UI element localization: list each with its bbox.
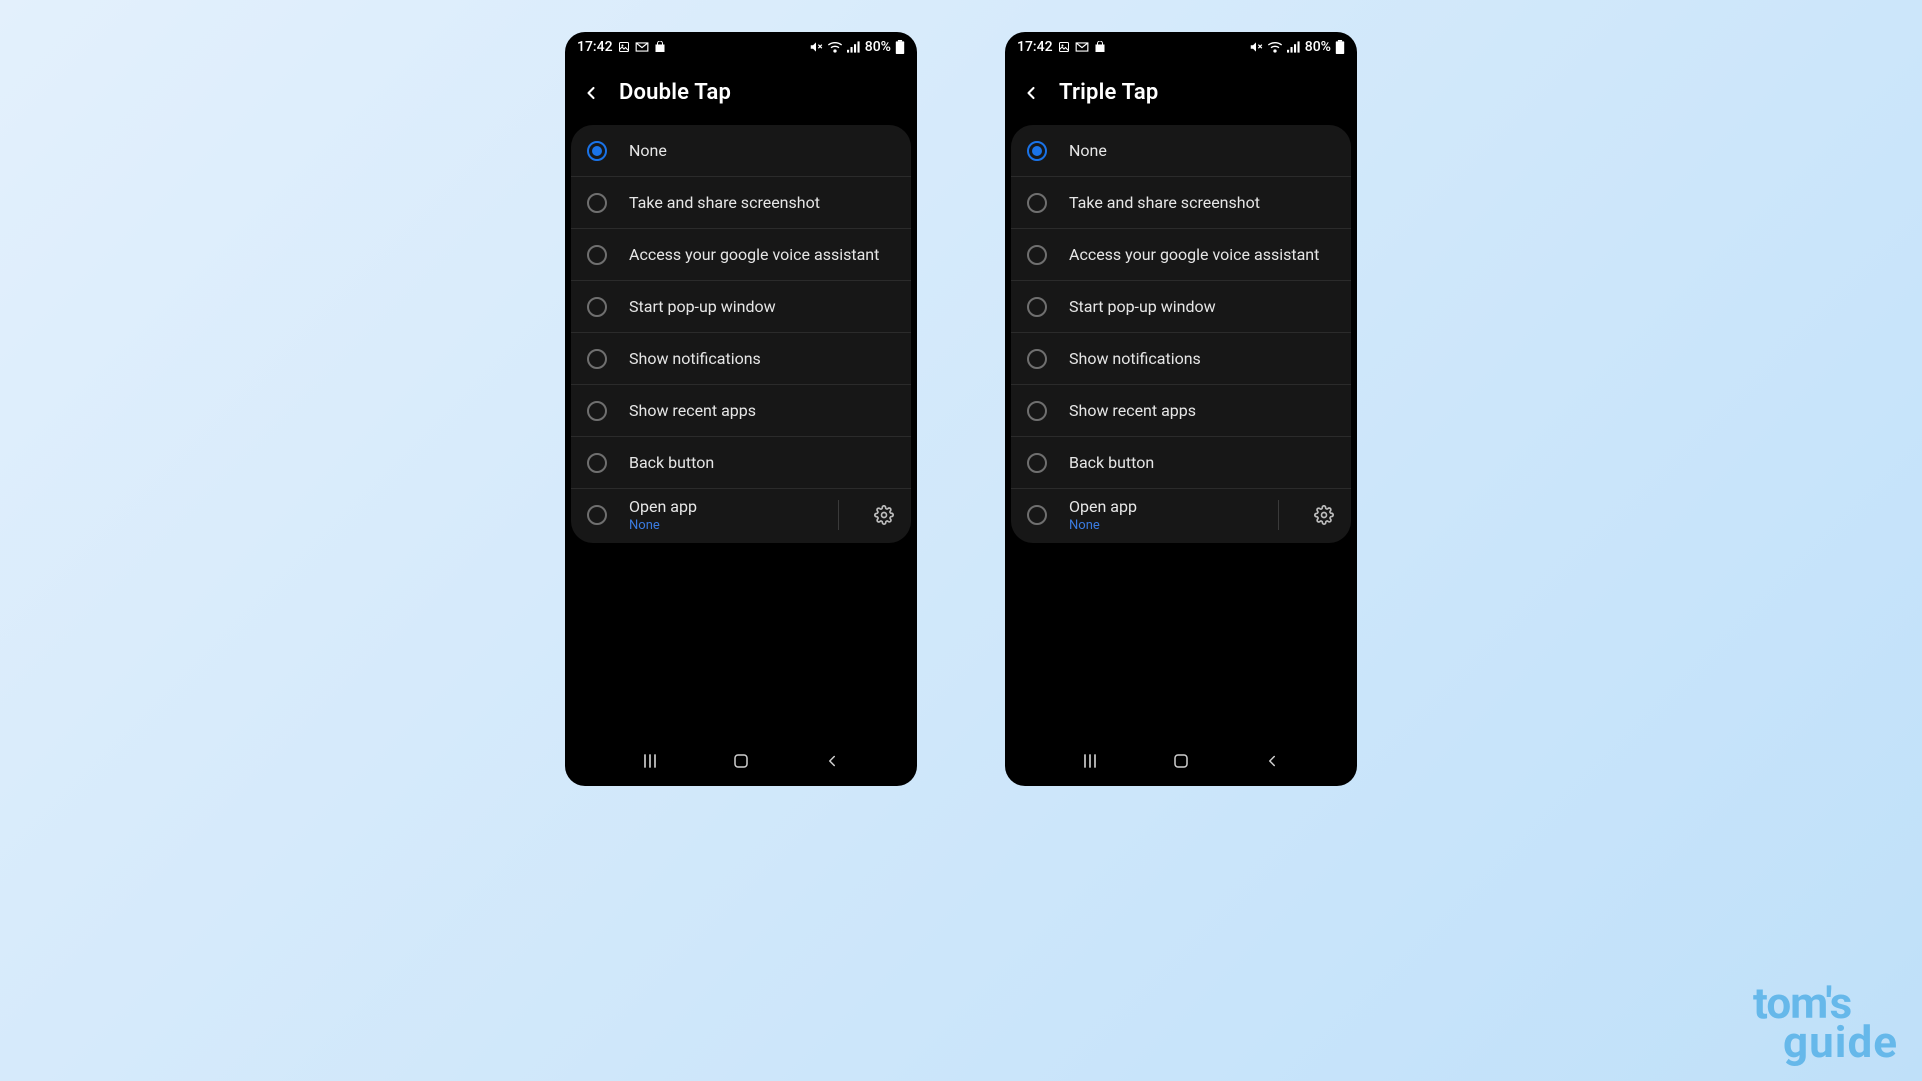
wifi-icon <box>827 41 843 53</box>
nav-back[interactable] <box>1258 747 1286 775</box>
options-card: None Take and share screenshot Access yo… <box>571 125 911 543</box>
radio-unselected[interactable] <box>1027 193 1047 213</box>
option-sublabel: None <box>629 518 812 533</box>
option-screenshot[interactable]: Take and share screenshot <box>1011 177 1351 229</box>
radio-selected[interactable] <box>587 141 607 161</box>
option-label: None <box>629 141 895 160</box>
page-header: Double Tap <box>565 62 917 125</box>
radio-unselected[interactable] <box>587 245 607 265</box>
option-none[interactable]: None <box>571 125 911 177</box>
watermark: tom's guide <box>1753 984 1898 1063</box>
option-open-app[interactable]: Open app None <box>571 489 911 543</box>
nav-recents[interactable] <box>1076 747 1104 775</box>
back-button[interactable] <box>1019 81 1043 105</box>
mute-icon <box>1249 40 1263 54</box>
signal-icon <box>847 41 861 53</box>
radio-unselected[interactable] <box>1027 245 1047 265</box>
option-voice-assistant[interactable]: Access your google voice assistant <box>571 229 911 281</box>
radio-unselected[interactable] <box>587 453 607 473</box>
image-icon <box>618 41 630 53</box>
watermark-line2: guide <box>1783 1023 1898 1063</box>
option-open-app[interactable]: Open app None <box>1011 489 1351 543</box>
nav-home[interactable] <box>727 747 755 775</box>
wifi-icon <box>1267 41 1283 53</box>
status-bar: 17:42 80% <box>1005 32 1357 62</box>
status-time: 17:42 <box>1017 39 1053 55</box>
mute-icon <box>809 40 823 54</box>
page-title: Triple Tap <box>1059 80 1158 105</box>
option-popup-window[interactable]: Start pop-up window <box>571 281 911 333</box>
radio-unselected[interactable] <box>1027 401 1047 421</box>
gmail-icon <box>1075 41 1089 53</box>
radio-selected[interactable] <box>1027 141 1047 161</box>
option-popup-window[interactable]: Start pop-up window <box>1011 281 1351 333</box>
option-label: Access your google voice assistant <box>629 245 895 264</box>
battery-percent: 80% <box>865 39 891 55</box>
phones-container: 17:42 80% Double Tap None <box>0 32 1922 786</box>
back-button[interactable] <box>579 81 603 105</box>
option-label: Show recent apps <box>1069 401 1335 420</box>
option-label: Show recent apps <box>629 401 895 420</box>
option-label: Show notifications <box>629 349 895 368</box>
radio-unselected[interactable] <box>587 193 607 213</box>
nav-home[interactable] <box>1167 747 1195 775</box>
option-back-button[interactable]: Back button <box>1011 437 1351 489</box>
signal-icon <box>1287 41 1301 53</box>
shop-icon <box>654 41 666 53</box>
status-bar: 17:42 80% <box>565 32 917 62</box>
gear-icon <box>1314 505 1334 525</box>
shop-icon <box>1094 41 1106 53</box>
page-title: Double Tap <box>619 80 731 105</box>
radio-unselected[interactable] <box>1027 297 1047 317</box>
option-label: Take and share screenshot <box>629 193 895 212</box>
divider <box>838 500 839 530</box>
settings-button[interactable] <box>873 504 895 526</box>
option-label: Start pop-up window <box>629 297 895 316</box>
option-label: Back button <box>1069 453 1335 472</box>
option-label: Open app <box>629 497 812 516</box>
radio-unselected[interactable] <box>1027 453 1047 473</box>
option-recent-apps[interactable]: Show recent apps <box>571 385 911 437</box>
page-header: Triple Tap <box>1005 62 1357 125</box>
option-voice-assistant[interactable]: Access your google voice assistant <box>1011 229 1351 281</box>
battery-percent: 80% <box>1305 39 1331 55</box>
option-notifications[interactable]: Show notifications <box>1011 333 1351 385</box>
option-label: Show notifications <box>1069 349 1335 368</box>
gmail-icon <box>635 41 649 53</box>
options-card: None Take and share screenshot Access yo… <box>1011 125 1351 543</box>
option-label: Start pop-up window <box>1069 297 1335 316</box>
divider <box>1278 500 1279 530</box>
radio-unselected[interactable] <box>587 349 607 369</box>
option-label: Open app <box>1069 497 1252 516</box>
gear-icon <box>874 505 894 525</box>
radio-unselected[interactable] <box>587 401 607 421</box>
phone-double-tap: 17:42 80% Double Tap None <box>565 32 917 786</box>
radio-unselected[interactable] <box>587 505 607 525</box>
image-icon <box>1058 41 1070 53</box>
option-label: Take and share screenshot <box>1069 193 1335 212</box>
option-screenshot[interactable]: Take and share screenshot <box>571 177 911 229</box>
chevron-left-icon <box>581 83 601 103</box>
option-sublabel: None <box>1069 518 1252 533</box>
option-recent-apps[interactable]: Show recent apps <box>1011 385 1351 437</box>
option-back-button[interactable]: Back button <box>571 437 911 489</box>
navigation-bar <box>565 742 917 786</box>
chevron-left-icon <box>1021 83 1041 103</box>
battery-icon <box>1335 40 1345 54</box>
radio-unselected[interactable] <box>587 297 607 317</box>
nav-recents[interactable] <box>636 747 664 775</box>
option-notifications[interactable]: Show notifications <box>571 333 911 385</box>
nav-back[interactable] <box>818 747 846 775</box>
radio-unselected[interactable] <box>1027 505 1047 525</box>
option-label: None <box>1069 141 1335 160</box>
battery-icon <box>895 40 905 54</box>
navigation-bar <box>1005 742 1357 786</box>
radio-unselected[interactable] <box>1027 349 1047 369</box>
status-time: 17:42 <box>577 39 613 55</box>
option-label: Back button <box>629 453 895 472</box>
settings-button[interactable] <box>1313 504 1335 526</box>
phone-triple-tap: 17:42 80% Triple Tap None <box>1005 32 1357 786</box>
option-label: Access your google voice assistant <box>1069 245 1335 264</box>
option-none[interactable]: None <box>1011 125 1351 177</box>
